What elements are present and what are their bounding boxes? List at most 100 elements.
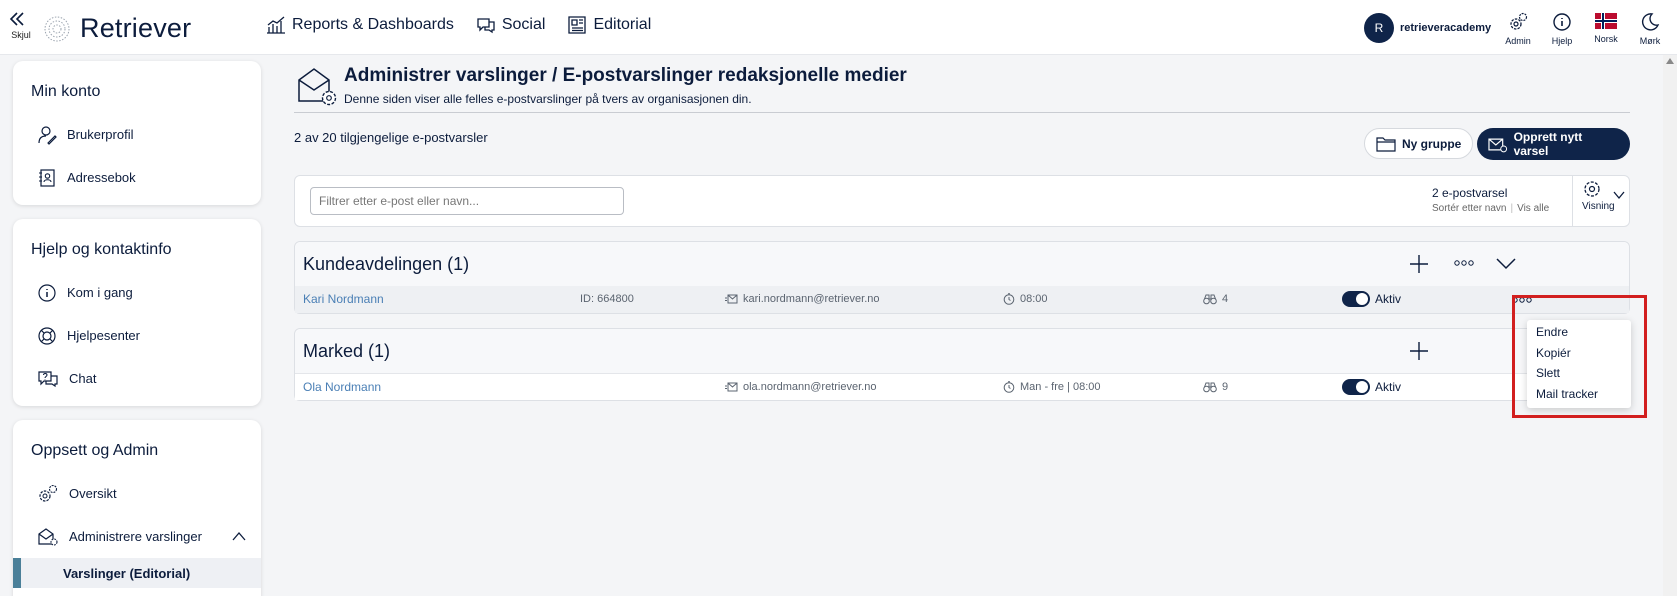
email-value: kari.nordmann@retriever.no xyxy=(743,293,880,305)
menu-item-edit[interactable]: Endre xyxy=(1527,322,1631,343)
admin-gear-icon xyxy=(1510,12,1528,30)
admin-card: Oppsett og Admin Oversikt Administrere v… xyxy=(13,420,261,596)
menu-item-mail-tracker[interactable]: Mail tracker xyxy=(1527,384,1631,405)
alert-summary-count: 2 e-postvarsel xyxy=(1432,186,1508,200)
status-label: Aktiv xyxy=(1375,292,1402,306)
chevron-down-icon[interactable] xyxy=(1496,258,1516,270)
mail-settings-icon xyxy=(38,527,58,546)
info-icon xyxy=(1553,13,1571,31)
help-card: Hjelp og kontaktinfo Kom i gang Hjelpese… xyxy=(13,219,261,406)
folder-icon xyxy=(1376,136,1396,152)
menu-item-copy[interactable]: Kopiér xyxy=(1527,343,1631,364)
chat-question-icon xyxy=(38,370,58,387)
page-title: Administrer varslinger / E-postvarslinge… xyxy=(344,65,907,86)
moon-icon xyxy=(1641,13,1660,31)
sidebar-item-label: Adressebok xyxy=(67,170,136,185)
address-book-icon xyxy=(39,168,55,187)
group-title: Kundeavdelingen (1) xyxy=(303,254,470,274)
clock-icon xyxy=(1003,293,1015,305)
binoculars-icon xyxy=(1203,382,1217,392)
sidebar-item-brukerprofil[interactable]: Brukerprofil xyxy=(13,113,261,156)
sidebar-item-adressebok[interactable]: Adressebok xyxy=(13,156,261,199)
view-label: Visning xyxy=(1582,201,1615,212)
active-toggle[interactable] xyxy=(1342,379,1370,395)
admin-title: Oppsett og Admin xyxy=(31,442,159,459)
sidebar-subitem-varslinger-editorial[interactable]: Varslinger (Editorial) xyxy=(13,558,261,588)
lifebuoy-icon xyxy=(38,326,56,345)
group-title: Marked (1) xyxy=(303,341,391,361)
sidebar-item-hjelpesenter[interactable]: Hjelpesenter xyxy=(13,314,261,357)
status-cell: Aktiv xyxy=(1342,291,1401,307)
language-button[interactable]: Norsk xyxy=(1584,11,1628,46)
nav-reports-dashboards[interactable]: Reports & Dashboards xyxy=(266,16,454,34)
hide-sidebar-label: Skjul xyxy=(11,30,31,40)
sources-value: 4 xyxy=(1222,293,1229,305)
add-icon[interactable] xyxy=(1409,341,1429,361)
sources-cell: 4 xyxy=(1203,293,1228,305)
retriever-logo[interactable]: Retriever xyxy=(44,13,191,44)
show-all-link[interactable]: Vis alle xyxy=(1517,203,1549,214)
help-button[interactable]: Hjelp xyxy=(1540,11,1584,46)
table-row[interactable]: Ola Nordmann ola.nordmann@retriever.no M… xyxy=(295,373,1629,400)
newspaper-icon xyxy=(568,16,587,34)
account-title: Min konto xyxy=(31,83,101,100)
alert-name-link[interactable]: Kari Nordmann xyxy=(303,292,384,306)
schedule-cell: Man - fre | 08:00 xyxy=(1003,381,1101,393)
new-group-button[interactable]: Ny gruppe xyxy=(1364,128,1474,159)
double-chevron-left-icon xyxy=(9,12,24,26)
chart-icon xyxy=(267,16,285,34)
avatar: R xyxy=(1364,13,1394,43)
alert-name-link[interactable]: Ola Nordmann xyxy=(303,380,381,394)
status-cell: Aktiv xyxy=(1342,379,1401,395)
alert-group: Marked (1) Ola Nordmann ola.nordmann@ret… xyxy=(294,328,1630,401)
alert-id: ID: 664800 xyxy=(580,293,634,305)
sidebar-item-kom-i-gang[interactable]: Kom i gang xyxy=(13,271,261,314)
sidebar-item-label: Administrere varslinger xyxy=(69,529,202,544)
filter-input[interactable] xyxy=(310,187,624,215)
separator: | xyxy=(1510,203,1514,214)
active-toggle[interactable] xyxy=(1342,291,1370,307)
retriever-globe-icon xyxy=(44,16,70,41)
admin-label: Admin xyxy=(1505,36,1531,46)
sidebar-item-chat[interactable]: Chat xyxy=(13,357,261,400)
sidebar-item-administrere-varslinger[interactable]: Administrere varslinger xyxy=(13,515,261,558)
scroll-up-arrow-icon[interactable] xyxy=(1666,58,1674,64)
binoculars-icon xyxy=(1203,294,1217,304)
row-more-dots-icon[interactable] xyxy=(1512,296,1532,304)
account-card: Min konto Brukerprofil Adressebok xyxy=(13,61,261,205)
add-icon[interactable] xyxy=(1409,254,1429,274)
status-label: Aktiv xyxy=(1375,380,1402,394)
table-row[interactable]: Kari Nordmann ID: 664800 kari.nordmann@r… xyxy=(295,286,1629,313)
new-group-label: Ny gruppe xyxy=(1402,136,1462,151)
admin-button[interactable]: Admin xyxy=(1496,11,1540,46)
nav-social[interactable]: Social xyxy=(476,16,545,34)
schedule-cell: 08:00 xyxy=(1003,293,1048,305)
dark-mode-button[interactable]: Mørk xyxy=(1628,11,1672,46)
nav-editorial-label: Editorial xyxy=(593,16,652,33)
email-value: ola.nordmann@retriever.no xyxy=(743,381,877,393)
email-cell: ola.nordmann@retriever.no xyxy=(725,381,876,393)
user-menu[interactable]: R retrieveracademy xyxy=(1364,13,1491,43)
page-header: Administrer varslinger / E-postvarslinge… xyxy=(294,63,1630,113)
mail-icon xyxy=(725,294,738,304)
gear-icon xyxy=(1584,181,1600,197)
help-title: Hjelp og kontaktinfo xyxy=(31,241,172,258)
sidebar-item-label: Kom i gang xyxy=(67,285,133,300)
more-dots-icon[interactable] xyxy=(1454,259,1474,267)
sidebar-item-oversikt[interactable]: Oversikt xyxy=(13,472,261,515)
group-header: Kundeavdelingen (1) xyxy=(295,242,1629,286)
menu-item-delete[interactable]: Slett xyxy=(1527,363,1631,384)
chevron-up-icon[interactable] xyxy=(231,530,247,542)
sort-by-name-link[interactable]: Sortér etter navn xyxy=(1432,203,1506,214)
nav-editorial[interactable]: Editorial xyxy=(567,16,651,34)
norway-flag-icon xyxy=(1595,13,1617,29)
alert-group: Kundeavdelingen (1) Kari Nordmann ID: 66… xyxy=(294,241,1630,314)
language-label: Norsk xyxy=(1594,34,1618,44)
view-settings-button[interactable]: Visning xyxy=(1572,176,1630,226)
hide-sidebar-button[interactable]: Skjul xyxy=(8,10,34,40)
main-nav: Reports & Dashboards Social Editorial xyxy=(266,16,651,34)
page-scrollbar[interactable] xyxy=(1663,55,1677,596)
schedule-value: 08:00 xyxy=(1020,293,1048,305)
create-alert-button[interactable]: Opprett nytt varsel xyxy=(1477,128,1630,160)
user-edit-icon xyxy=(38,125,57,145)
